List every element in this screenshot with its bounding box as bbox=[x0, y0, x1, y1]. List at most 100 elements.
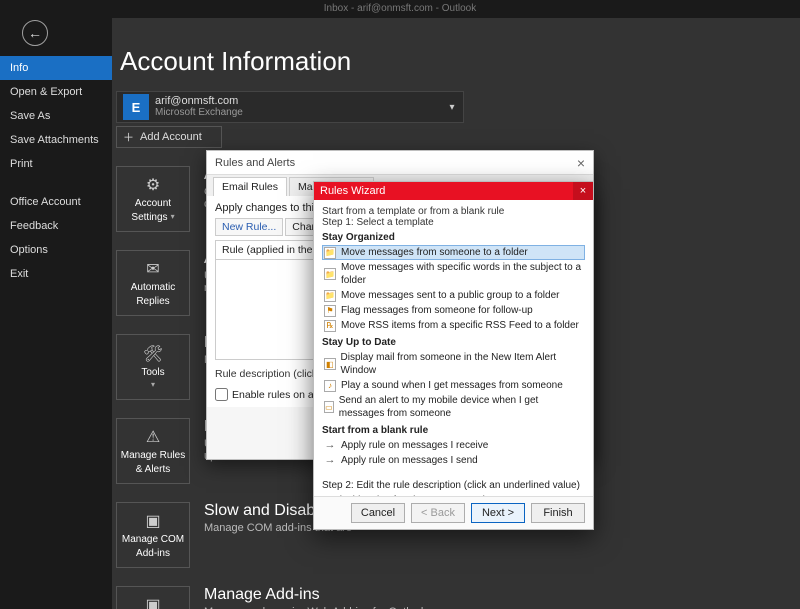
tile-icon: ▣ bbox=[145, 511, 160, 531]
wizard-option-label: Flag messages from someone for follow-up bbox=[341, 304, 533, 317]
tile-row: ▣Manage Add-insManage Add-insManage and … bbox=[116, 586, 800, 609]
wizard-template-option[interactable]: 📁Move messages from someone to a folder bbox=[322, 245, 585, 260]
tile-icon: ✉ bbox=[146, 259, 159, 279]
wizard-step2-label: Step 2: Edit the rule description (click… bbox=[322, 480, 585, 491]
wizard-group-header: Stay Up to Date bbox=[322, 337, 585, 348]
wizard-option-label: Move messages sent to a public group to … bbox=[341, 289, 559, 302]
wizard-group-header: Stay Organized bbox=[322, 232, 585, 243]
wizard-template-option[interactable]: ℞ Move RSS items from a specific RSS Feed… bbox=[322, 318, 585, 333]
window-title: Inbox - arif@onmsft.com - Outlook bbox=[324, 3, 476, 14]
tile-icon: 🛠 bbox=[143, 344, 163, 364]
tile-label-sub: & Alerts bbox=[136, 464, 170, 475]
tile-label: Automatic bbox=[131, 282, 175, 293]
wizard-template-option[interactable]: ▭ Send an alert to my mobile device when … bbox=[322, 393, 585, 421]
wizard-option-label: Display mail from someone in the New Ite… bbox=[341, 351, 583, 377]
cancel-button[interactable]: Cancel bbox=[351, 503, 405, 523]
rules-wizard-dialog: Rules Wizard × Start from a template or … bbox=[313, 181, 594, 530]
rules-dialog-titlebar[interactable]: Rules and Alerts × bbox=[207, 151, 593, 175]
rss-icon: ℞ bbox=[324, 320, 336, 332]
wizard-group-header: Start from a blank rule bbox=[322, 425, 585, 436]
wizard-template-option[interactable]: → Apply rule on messages I receive bbox=[322, 438, 585, 453]
wizard-titlebar[interactable]: Rules Wizard × bbox=[314, 182, 593, 200]
arrow-icon: → bbox=[324, 440, 336, 452]
wizard-buttons: Cancel < Back Next > Finish bbox=[314, 496, 593, 529]
sidebar-item-office-account[interactable]: Office Account bbox=[0, 190, 112, 214]
next-button[interactable]: Next > bbox=[471, 503, 525, 523]
sidebar-item-exit[interactable]: Exit bbox=[0, 262, 112, 286]
new-rule-button[interactable]: New Rule... bbox=[215, 218, 283, 236]
close-icon[interactable]: × bbox=[577, 155, 585, 171]
sidebar-item-options[interactable]: Options bbox=[0, 238, 112, 262]
wizard-option-label: Apply rule on messages I send bbox=[341, 454, 478, 467]
sidebar-item-save-as[interactable]: Save As bbox=[0, 104, 112, 128]
backstage-sidebar: Info Open & Export Save As Save Attachme… bbox=[0, 18, 112, 609]
tile-manage-rules[interactable]: ⚠ Manage Rules & Alerts bbox=[116, 418, 190, 484]
account-selector[interactable]: E arif@onmsft.com Microsoft Exchange ▾ bbox=[116, 91, 464, 123]
folder-icon: 📁 bbox=[324, 247, 336, 259]
sidebar-item-print[interactable]: Print bbox=[0, 152, 112, 176]
mobile-icon: ▭ bbox=[324, 401, 334, 413]
sidebar-item-save-attachments[interactable]: Save Attachments bbox=[0, 128, 112, 152]
tile-icon: ⚙ bbox=[146, 175, 160, 195]
alert-icon: ◧ bbox=[324, 358, 336, 370]
tile-label: Account bbox=[135, 198, 171, 209]
sidebar-item-open-export[interactable]: Open & Export bbox=[0, 80, 112, 104]
wizard-template-option[interactable]: 📁 Move messages sent to a public group to… bbox=[322, 288, 585, 303]
enable-rules-checkbox[interactable] bbox=[215, 388, 228, 401]
flag-icon: ⚑ bbox=[324, 305, 336, 317]
tile-manage-add-[interactable]: ▣Manage Add-ins bbox=[116, 586, 190, 609]
tile-icon: ⚠ bbox=[146, 427, 160, 447]
tile-icon: ▣ bbox=[145, 595, 160, 609]
tile-account[interactable]: ⚙ Account Settings ▾ bbox=[116, 166, 190, 232]
account-service: Microsoft Exchange bbox=[155, 107, 243, 119]
tile-label-sub: Replies bbox=[136, 296, 169, 307]
chevron-down-icon: ▾ bbox=[171, 211, 175, 222]
plus-icon: ＋ bbox=[123, 129, 134, 145]
arrow-icon: → bbox=[324, 455, 336, 467]
add-account-label: Add Account bbox=[140, 131, 202, 143]
back-button[interactable]: ← bbox=[22, 20, 48, 46]
sidebar-item-info[interactable]: Info bbox=[0, 56, 112, 80]
wizard-template-option[interactable]: ⚑ Flag messages from someone for follow-u… bbox=[322, 303, 585, 318]
sidebar-item-feedback[interactable]: Feedback bbox=[0, 214, 112, 238]
wizard-intro2: Step 1: Select a template bbox=[322, 217, 585, 228]
wizard-option-label: Move RSS items from a specific RSS Feed … bbox=[341, 319, 579, 332]
tile-label: Manage COM bbox=[122, 534, 184, 545]
wizard-template-option[interactable]: 📁 Move messages with specific words in th… bbox=[322, 260, 585, 288]
tile-label-sub: Settings bbox=[131, 212, 167, 223]
page-title: Account Information bbox=[112, 46, 800, 91]
wizard-option-label: Play a sound when I get messages from so… bbox=[341, 379, 563, 392]
chevron-down-icon[interactable]: ▾ bbox=[443, 92, 461, 122]
account-email: arif@onmsft.com bbox=[155, 95, 243, 107]
tile-manage-com[interactable]: ▣Manage COMAdd-ins bbox=[116, 502, 190, 568]
wizard-intro1: Start from a template or from a blank ru… bbox=[322, 206, 585, 217]
back-button: < Back bbox=[411, 503, 465, 523]
tab-email-rules[interactable]: Email Rules bbox=[213, 177, 287, 196]
wizard-option-label: Apply rule on messages I receive bbox=[341, 439, 488, 452]
close-icon[interactable]: × bbox=[573, 182, 593, 200]
account-block: arif@onmsft.com Microsoft Exchange bbox=[155, 95, 243, 119]
wizard-template-option[interactable]: → Apply rule on messages I send bbox=[322, 453, 585, 468]
folder-icon: 📁 bbox=[324, 268, 336, 280]
section-text: Manage Add-insManage and acquire Web Add… bbox=[204, 586, 604, 609]
exchange-icon: E bbox=[123, 94, 149, 120]
sidebar-spacer bbox=[0, 176, 112, 190]
tile-label: Tools bbox=[141, 367, 164, 378]
sound-icon: ♪ bbox=[324, 380, 336, 392]
wizard-option-label: Move messages with specific words in the… bbox=[341, 261, 583, 287]
wizard-option-label: Send an alert to my mobile device when I… bbox=[339, 394, 583, 420]
add-account-button[interactable]: ＋ Add Account bbox=[116, 126, 222, 148]
wizard-template-option[interactable]: ♪ Play a sound when I get messages from s… bbox=[322, 378, 585, 393]
section-head: Manage Add-ins bbox=[204, 586, 604, 604]
tile-automatic[interactable]: ✉ Automatic Replies bbox=[116, 250, 190, 316]
title-bar: Inbox - arif@onmsft.com - Outlook bbox=[0, 0, 800, 18]
chevron-down-icon: ▾ bbox=[151, 379, 155, 390]
wizard-title: Rules Wizard bbox=[320, 185, 385, 197]
rules-dialog-title: Rules and Alerts bbox=[215, 157, 295, 169]
back-arrow-icon: ← bbox=[28, 25, 42, 41]
wizard-template-option[interactable]: ◧ Display mail from someone in the New It… bbox=[322, 350, 585, 378]
tile-label: Manage Rules bbox=[121, 450, 185, 461]
finish-button[interactable]: Finish bbox=[531, 503, 585, 523]
folder-icon: 📁 bbox=[324, 290, 336, 302]
tile-tools[interactable]: 🛠 Tools▾ bbox=[116, 334, 190, 400]
